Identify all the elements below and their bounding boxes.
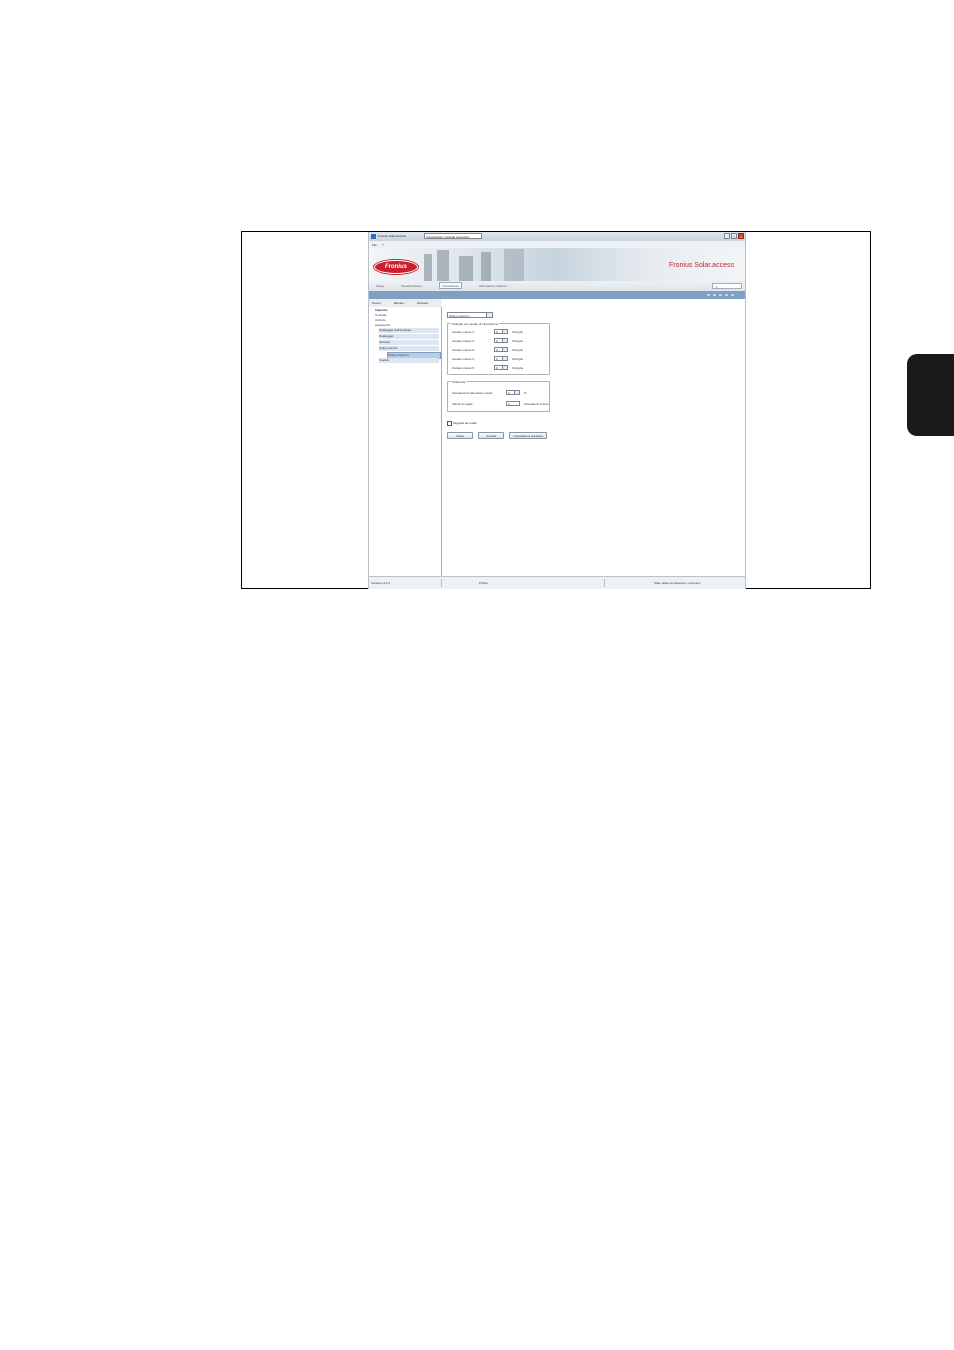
cancel-button[interactable]: Annulla <box>478 432 504 439</box>
limits-group: Tolleranze Scostamento dal valore medio:… <box>447 380 550 412</box>
banner-figure <box>504 249 524 281</box>
banner-figure <box>459 256 473 281</box>
status-ready: Pronto <box>479 581 488 585</box>
chevron-down-icon <box>486 313 492 317</box>
tree-item-inverter[interactable]: Inverter <box>379 358 439 363</box>
tab-impostazioni[interactable]: Impostazioni <box>439 282 462 289</box>
toolbar-delete[interactable]: Elimina <box>394 301 404 305</box>
progress-dots <box>707 294 737 296</box>
document-tab[interactable]: Impostazioni: centrale (esempio) <box>424 233 482 239</box>
save-button[interactable]: Salva <box>447 432 473 439</box>
header-banner: Fronius Fronius Solar.access <box>369 248 745 281</box>
menu-file[interactable]: File <box>372 243 377 247</box>
tree-item-string-control[interactable]: String Control <box>379 346 439 351</box>
threshold-label: Valore di soglia: <box>452 402 474 406</box>
app-icon <box>371 234 376 239</box>
status-separator <box>441 579 442 587</box>
sub-bar <box>369 291 745 299</box>
close-button[interactable]: × <box>738 233 744 239</box>
tab-informazioni-sistema[interactable]: Informazioni sistema <box>479 284 507 288</box>
threshold-unit: A/canale di misura <box>524 402 549 406</box>
strings-stepper-1[interactable]: 0 <box>494 329 508 334</box>
tree-item-datalogger[interactable]: Datalogger <box>379 334 439 339</box>
default-settings-button[interactable]: Impostazioni standard <box>509 432 547 439</box>
status-separator <box>604 579 605 587</box>
chapter-tab <box>907 354 954 436</box>
strings-unit: Stringhe <box>512 357 524 361</box>
strings-stepper-3[interactable]: 0 <box>494 347 508 352</box>
title-bar: Fronius Solar.access Impostazioni: centr… <box>369 232 745 241</box>
device-select[interactable]: String Control 1 <box>447 312 493 318</box>
strings-unit: Stringhe <box>512 330 524 334</box>
window-title: Fronius Solar.access <box>378 234 406 238</box>
app-window: Fronius Solar.access Impostazioni: centr… <box>368 232 746 589</box>
strings-unit: Stringhe <box>512 348 524 352</box>
tab-setup[interactable]: Setup <box>376 284 384 288</box>
device-tree: Impianto Centrale Archivio Apparecchi Da… <box>369 307 442 576</box>
maximize-button[interactable]: □ <box>731 233 737 239</box>
language-select[interactable]: it <box>712 283 742 289</box>
limits-group-title: Tolleranze <box>451 380 467 384</box>
strings-row-label: Canale misura 2: <box>452 339 475 343</box>
tree-item-datalogger-impianto[interactable]: Datalogger dell'impianto <box>379 328 439 333</box>
strings-unit: Stringhe <box>512 339 524 343</box>
toolbar-new[interactable]: Nuovo <box>372 301 381 305</box>
strings-stepper-4[interactable]: 0 <box>494 356 508 361</box>
status-version: Versione 2.0.1 <box>371 581 391 585</box>
deviation-stepper[interactable]: 0 <box>506 390 520 395</box>
report-anomalies-checkbox[interactable] <box>447 421 452 426</box>
brand-text: Fronius Solar.access <box>669 262 734 269</box>
banner-figure <box>424 254 432 281</box>
strings-row-label: Canale misura 1: <box>452 330 475 334</box>
tree-item-sensore[interactable]: Sensore <box>379 340 439 345</box>
toolbar-access[interactable]: Accesso <box>417 301 428 305</box>
fronius-logo: Fronius <box>374 260 418 274</box>
report-anomalies-label: Segnala anomalie <box>453 421 478 425</box>
menu-help[interactable]: ? <box>382 243 384 247</box>
threshold-input[interactable]: 0 <box>506 401 520 406</box>
strings-row-label: Canale misura 3: <box>452 348 475 352</box>
status-connection: Stato della connessione: connesso <box>654 581 701 585</box>
strings-row-label: Canale misura 4: <box>452 357 475 361</box>
banner-figure <box>437 250 449 281</box>
strings-group-title: Stringhe per canale di misurazione <box>451 322 500 326</box>
minimize-button[interactable]: _ <box>724 233 730 239</box>
strings-stepper-2[interactable]: 0 <box>494 338 508 343</box>
strings-row-label: Canale misura 5: <box>452 366 475 370</box>
strings-unit: Stringhe <box>512 366 524 370</box>
deviation-label: Scostamento dal valore medio: <box>452 391 494 395</box>
deviation-unit: % <box>524 391 527 395</box>
status-bar: Versione 2.0.1 Pronto Stato della connes… <box>369 576 745 589</box>
banner-figure <box>481 252 491 281</box>
strings-stepper-5[interactable]: 0 <box>494 365 508 370</box>
tab-visualizzazione[interactable]: Visualizzazione <box>401 284 422 288</box>
settings-panel: String Control 1 Stringhe per canale di … <box>442 299 745 576</box>
strings-group: Stringhe per canale di misurazione Canal… <box>447 322 550 375</box>
